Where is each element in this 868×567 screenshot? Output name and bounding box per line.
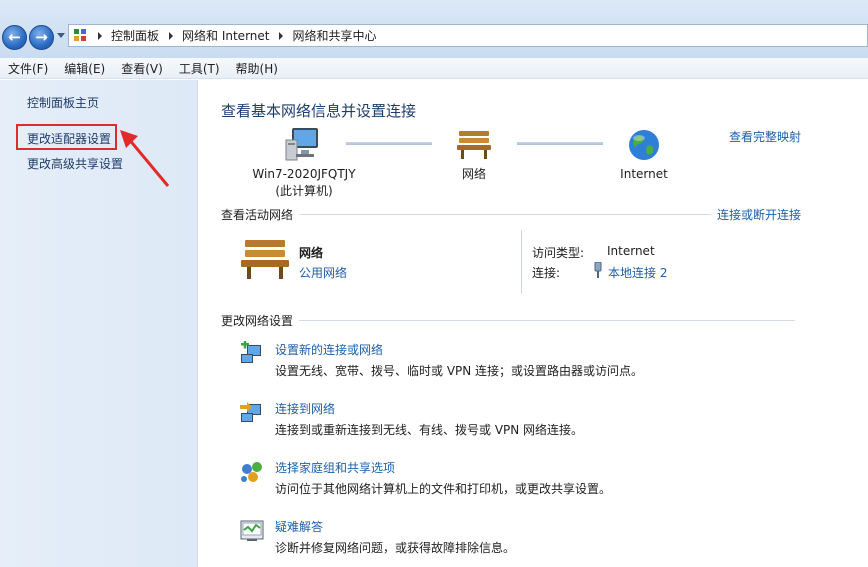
connect-disconnect-link[interactable]: 连接或断开连接 (717, 206, 801, 223)
active-networks-heading: 查看活动网络 (221, 207, 294, 222)
forward-arrow-icon: → (35, 28, 48, 46)
menu-edit[interactable]: 编辑(E) (56, 60, 113, 77)
network-type-link[interactable]: 公用网络 (299, 264, 347, 281)
troubleshoot-icon (240, 520, 264, 541)
bench-icon (241, 240, 289, 279)
chevron-right-icon[interactable] (169, 31, 174, 40)
history-dropdown-icon[interactable] (57, 33, 65, 38)
breadcrumb-network-internet[interactable]: 网络和 Internet (182, 27, 269, 44)
computer-name: Win7-2020JFQTJY (252, 167, 356, 181)
menu-file[interactable]: 文件(F) (0, 60, 56, 77)
homegroup-description: 访问位于其他网络计算机上的文件和打印机，或更改共享设置。 (275, 482, 612, 496)
breadcrumb-sharing-center[interactable]: 网络和共享中心 (292, 27, 376, 44)
menu-tools[interactable]: 工具(T) (171, 60, 228, 77)
connections-label: 连接: (532, 266, 561, 280)
control-panel-icon (74, 28, 88, 43)
homegroup-link[interactable]: 选择家庭组和共享选项 (275, 459, 395, 476)
computer-icon (285, 128, 318, 161)
access-type-label: 访问类型: (532, 246, 585, 260)
internet-label: Internet (620, 167, 668, 181)
connect-network-link[interactable]: 连接到网络 (275, 400, 335, 417)
homegroup-icon (241, 462, 262, 482)
divider (521, 230, 522, 294)
back-button[interactable]: ← (2, 25, 27, 50)
menu-help[interactable]: 帮助(H) (228, 60, 286, 77)
connect-network-description: 连接到或重新连接到无线、有线、拨号或 VPN 网络连接。 (275, 423, 584, 437)
ethernet-plug-icon (594, 262, 602, 278)
sidebar-item-change-adapter-settings[interactable]: 更改适配器设置 (27, 130, 111, 147)
active-network-name: 网络 (299, 246, 324, 260)
setup-connection-link[interactable]: 设置新的连接或网络 (275, 341, 383, 358)
breadcrumb[interactable]: 控制面板 网络和 Internet 网络和共享中心 (68, 24, 868, 47)
connect-network-icon (240, 402, 261, 422)
main-content: 查看基本网络信息并设置连接 查看完整映射 Win7-2020JFQTJY (此计… (199, 80, 868, 567)
chevron-right-icon[interactable] (279, 31, 284, 40)
new-connection-icon (241, 341, 261, 363)
setup-connection-description: 设置无线、宽带、拨号、临时或 VPN 连接；或设置路由器或访问点。 (275, 364, 644, 378)
bench-icon (457, 131, 491, 159)
back-arrow-icon: ← (8, 28, 21, 46)
troubleshoot-link[interactable]: 疑难解答 (275, 518, 323, 535)
divider (299, 213, 711, 215)
map-node-network[interactable]: 网络 (434, 125, 514, 183)
annotation-arrow-icon (120, 130, 170, 187)
menu-view[interactable]: 查看(V) (113, 60, 171, 77)
sidebar: 控制面板主页 更改适配器设置 更改高级共享设置 (0, 80, 198, 567)
change-settings-heading: 更改网络设置 (221, 313, 294, 328)
view-full-map-link[interactable]: 查看完整映射 (729, 128, 801, 145)
sidebar-item-advanced-sharing-settings[interactable]: 更改高级共享设置 (27, 155, 123, 172)
sidebar-item-control-panel-home[interactable]: 控制面板主页 (27, 94, 99, 111)
connection-line (517, 142, 603, 145)
globe-icon (629, 130, 659, 160)
computer-subtitle: (此计算机) (275, 184, 333, 198)
troubleshoot-description: 诊断并修复网络问题，或获得故障排除信息。 (275, 541, 516, 555)
divider (299, 319, 795, 321)
forward-button[interactable]: → (29, 25, 54, 50)
page-title: 查看基本网络信息并设置连接 (221, 102, 417, 120)
access-type-value: Internet (607, 244, 655, 258)
chevron-right-icon[interactable] (98, 31, 102, 40)
map-node-internet[interactable]: Internet (604, 125, 684, 183)
map-node-computer[interactable]: Win7-2020JFQTJY (此计算机) (239, 125, 369, 200)
local-connection-link[interactable]: 本地连接 2 (608, 264, 667, 281)
network-label: 网络 (461, 167, 486, 181)
breadcrumb-control-panel[interactable]: 控制面板 (111, 27, 159, 44)
address-bar: ← → 控制面板 网络和 Internet 网络和共享中心 (0, 0, 868, 58)
change-settings-header: 更改网络设置 (221, 313, 801, 328)
menu-bar: 文件(F) 编辑(E) 查看(V) 工具(T) 帮助(H) (0, 58, 868, 79)
active-networks-header: 查看活动网络 连接或断开连接 (221, 206, 801, 223)
